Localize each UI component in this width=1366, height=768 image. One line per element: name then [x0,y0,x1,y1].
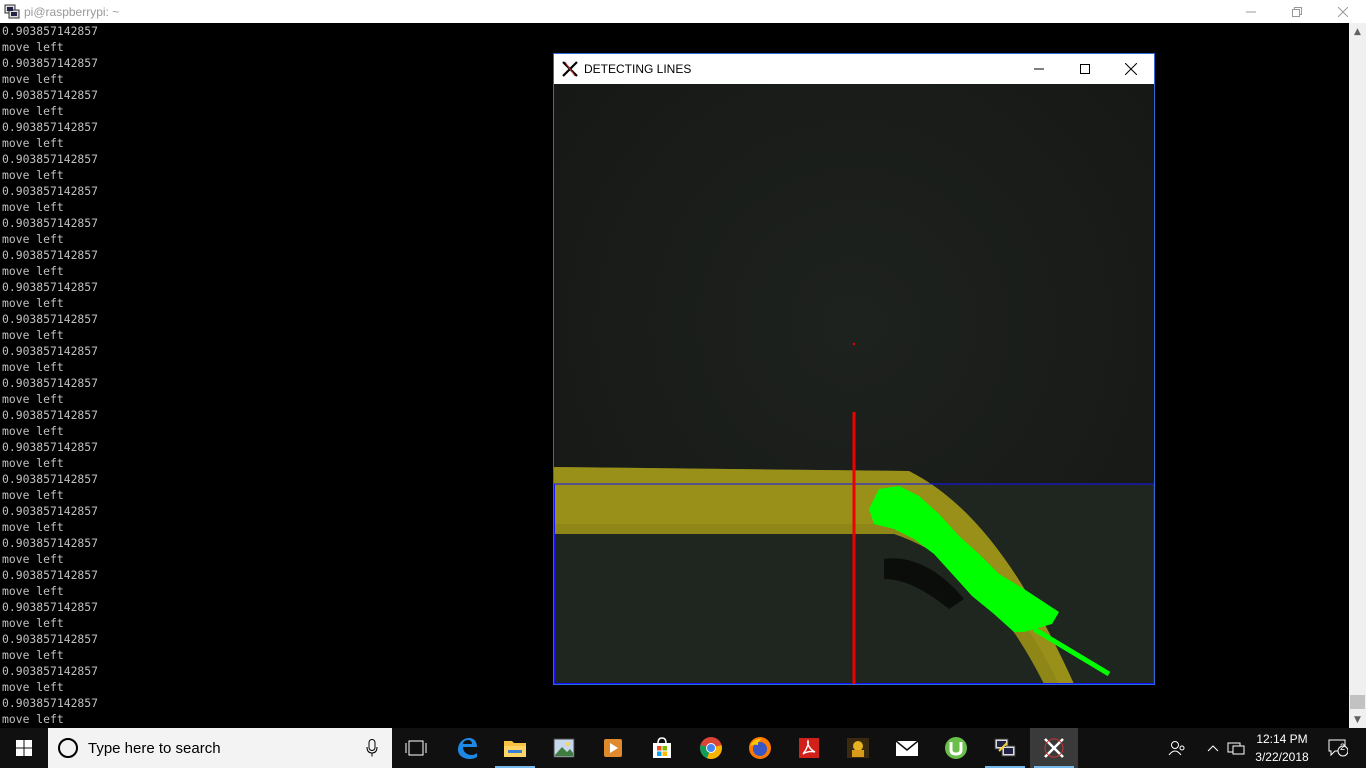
folder-icon [504,741,526,757]
xming-icon [562,61,578,77]
putty-icon[interactable] [4,4,20,20]
taskbar-mail[interactable] [883,728,931,768]
detecting-lines-window[interactable]: DETECTING LINES [553,53,1155,685]
people-icon [1168,741,1185,756]
restore-icon [1292,6,1302,17]
scroll-thumb[interactable] [1350,695,1365,709]
acrobat-icon [799,738,819,758]
scroll-up-arrow[interactable]: ▲ [1349,23,1366,40]
camera-frame [554,84,1154,684]
taskbar-edge[interactable] [443,728,491,768]
taskbar-utorrent[interactable] [932,728,980,768]
cv-maximize-button[interactable] [1062,54,1108,84]
putty-icon [994,738,1016,757]
notification-count: 2 [1340,742,1346,752]
taskbar-game[interactable] [834,728,882,768]
edge-icon [458,738,477,759]
terminal-line: 0.903857142857 [2,696,99,710]
task-view-icon [405,740,427,756]
cv-close-button[interactable] [1108,54,1154,84]
close-icon [1125,63,1137,75]
taskbar-clock[interactable]: 12:14 PM 3/22/2018 [1242,728,1322,768]
taskbar-media-player[interactable] [589,728,637,768]
target-point [852,342,856,346]
game-icon [847,738,869,758]
cv-minimize-button[interactable] [1016,54,1062,84]
windows-taskbar: Type here to search 12:14 PM 3/22/2018 2 [0,728,1366,768]
taskbar-xming[interactable] [1030,728,1078,768]
close-icon [1338,6,1348,17]
cv-window-titlebar[interactable]: DETECTING LINES [554,54,1154,84]
cortana-icon [58,738,78,758]
restore-button[interactable] [1274,0,1320,23]
mail-icon [895,740,919,756]
terminal-line: 0.903857142857 [2,24,99,38]
people-button[interactable] [1164,728,1190,768]
minimize-button[interactable] [1228,0,1274,23]
taskbar-photos[interactable] [540,728,588,768]
chevron-up-icon [1207,745,1219,752]
taskbar-file-explorer[interactable] [491,728,539,768]
firefox-icon [749,737,771,759]
scroll-down-arrow[interactable]: ▼ [1349,711,1366,728]
taskbar-store[interactable] [638,728,686,768]
maximize-icon [1080,64,1090,74]
microphone-icon[interactable] [366,739,378,757]
taskbar-acrobat[interactable] [785,728,833,768]
xming-icon [1044,738,1064,758]
minimize-icon [1246,11,1256,12]
clock-date: 3/22/2018 [1255,750,1309,764]
start-button[interactable] [0,728,48,768]
taskbar-putty[interactable] [981,728,1029,768]
task-view-button[interactable] [392,728,440,768]
windows-logo-icon [16,740,32,756]
taskbar-search-box[interactable]: Type here to search [48,728,392,768]
minimize-icon [1034,68,1044,70]
search-placeholder: Type here to search [88,739,221,757]
photos-icon [553,738,575,758]
show-hidden-icons-button[interactable] [1202,728,1224,768]
cv-window-title: DETECTING LINES [584,62,692,76]
action-center-button[interactable]: 2 [1322,728,1354,768]
store-icon [653,737,671,758]
chrome-icon [700,737,722,760]
putty-window-title: pi@raspberrypi: ~ [24,4,120,19]
utorrent-icon [945,737,967,759]
putty-titlebar: pi@raspberrypi: ~ [0,0,1366,23]
close-button[interactable] [1320,0,1366,23]
taskbar-chrome[interactable] [687,728,735,768]
terminal-line: move left [2,712,64,726]
taskbar-firefox[interactable] [736,728,784,768]
terminal-scrollbar[interactable]: ▲ ▼ [1349,23,1366,728]
media-player-icon [604,739,622,757]
clock-time: 12:14 PM [1256,732,1308,746]
